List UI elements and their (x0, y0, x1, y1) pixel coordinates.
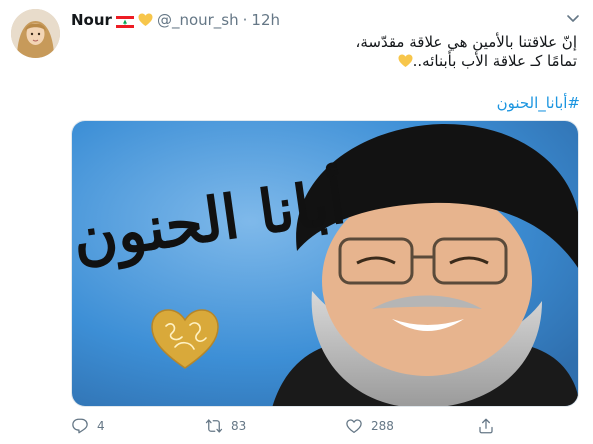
reply-button[interactable]: 4 (71, 414, 105, 438)
avatar[interactable] (11, 9, 60, 58)
more-options-chevron-icon[interactable] (565, 10, 581, 26)
yellow-heart-icon (398, 54, 413, 68)
tweet-text-line-2: تمامًا كـ علاقة الأب بأبنائه.. (77, 52, 577, 71)
retweet-icon (205, 419, 223, 433)
tweet-text-line-1: إنّ علاقتنا بالأمين هي علاقة مقدّسة، (355, 33, 577, 51)
reply-icon (72, 418, 88, 434)
retweet-button[interactable]: 83 (205, 414, 246, 438)
lebanon-flag-icon (115, 14, 134, 28)
tweet-header: Nour @_nour_sh · 12h (71, 10, 280, 30)
heart-icon (346, 419, 362, 434)
reply-count: 4 (97, 419, 105, 433)
share-button[interactable] (477, 414, 495, 438)
retweet-count: 83 (231, 419, 247, 433)
like-count: 288 (371, 419, 394, 433)
tweet-action-bar: 4 83 288 (71, 414, 511, 438)
share-icon (479, 418, 493, 434)
author-handle[interactable]: @_nour_sh (157, 11, 239, 29)
tweet-text: إنّ علاقتنا بالأمين هي علاقة مقدّسة، تما… (77, 33, 577, 71)
hashtag-link[interactable]: #أبانا_الحنون (497, 94, 580, 112)
tweet-timestamp[interactable]: 12h (251, 11, 280, 29)
separator-dot: · (242, 11, 248, 29)
like-button[interactable]: 288 (345, 414, 394, 438)
author-name[interactable]: Nour (71, 11, 112, 29)
tweet-text-line-2-text: تمامًا كـ علاقة الأب بأبنائه.. (412, 52, 577, 70)
yellow-heart-icon (138, 13, 153, 27)
avatar-image (11, 9, 60, 58)
